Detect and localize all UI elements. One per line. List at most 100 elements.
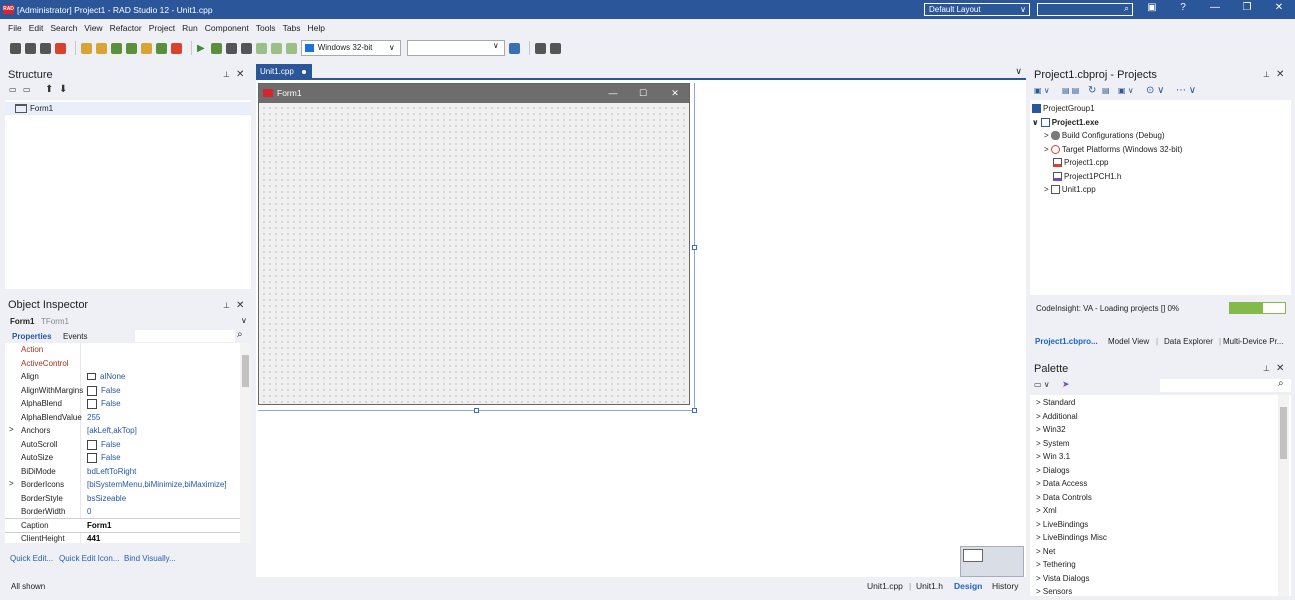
property-value[interactable]: False xyxy=(87,439,121,450)
profile-icon[interactable]: ▣ xyxy=(1144,2,1160,13)
tree-node-target-platforms[interactable]: > Target Platforms (Windows 32-bit) xyxy=(1044,145,1182,154)
tab-project-manager[interactable]: Project1.cbpro... xyxy=(1035,337,1098,346)
chevron-right-icon[interactable]: > xyxy=(9,425,14,434)
sync-icon[interactable]: ▤ xyxy=(1102,86,1110,95)
pin-icon[interactable]: ⊥ xyxy=(223,70,230,79)
save-icon[interactable] xyxy=(111,42,122,54)
menu-edit[interactable]: Edit xyxy=(29,23,44,33)
palette-category[interactable]: > Tethering xyxy=(1036,560,1076,569)
toggle-form-unit-icon[interactable] xyxy=(156,42,167,54)
chevron-down-icon[interactable]: ∨ xyxy=(1032,118,1039,127)
property-filter-input[interactable] xyxy=(135,330,235,342)
tab-history[interactable]: History xyxy=(992,581,1018,591)
palette-category[interactable]: > LiveBindings Misc xyxy=(1036,533,1107,542)
ide-search-input[interactable]: ⌕ xyxy=(1037,3,1133,16)
pin-icon[interactable]: ⊥ xyxy=(1263,364,1270,373)
property-value[interactable]: bdLeftToRight xyxy=(87,467,136,476)
resize-handle[interactable] xyxy=(474,408,479,413)
close-icon[interactable]: ✕ xyxy=(236,300,244,311)
close-icon[interactable]: ✕ xyxy=(1276,363,1284,374)
palette-category[interactable]: > Standard xyxy=(1036,398,1075,407)
tab-properties[interactable]: Properties xyxy=(12,332,52,341)
save-all-icon[interactable] xyxy=(126,42,137,54)
property-value[interactable]: bsSizeable xyxy=(87,494,126,503)
palette-category[interactable]: > LiveBindings xyxy=(1036,520,1088,529)
copy-icon[interactable] xyxy=(25,42,36,54)
checkbox[interactable] xyxy=(87,399,97,409)
pause-icon[interactable] xyxy=(225,42,237,54)
tab-events[interactable]: Events xyxy=(63,332,87,341)
tab-unit1-cpp-bottom[interactable]: Unit1.cpp xyxy=(867,581,903,591)
resize-handle[interactable] xyxy=(692,408,697,413)
stop-icon[interactable] xyxy=(240,42,252,54)
property-row[interactable]: AutoSize False xyxy=(5,451,240,465)
step-over-icon[interactable] xyxy=(255,42,267,54)
palette-category-list[interactable]: > Standard > Additional > Win32 > System… xyxy=(1030,395,1291,596)
property-row[interactable]: > BorderIcons [biSystemMenu,biMinimize,b… xyxy=(5,478,240,492)
view-form-icon[interactable] xyxy=(171,42,182,54)
structure-icon[interactable] xyxy=(40,42,51,54)
checkbox[interactable] xyxy=(87,453,97,463)
palette-menu-icon[interactable]: ▭ ∨ xyxy=(1034,380,1050,389)
property-value[interactable]: 255 xyxy=(87,413,100,422)
move-down-icon[interactable]: ⬇ xyxy=(59,84,67,95)
run-icon[interactable]: ▶ xyxy=(197,43,205,54)
collapse-all-icon[interactable]: ▭ xyxy=(23,85,31,94)
view-icon[interactable]: ▣ ∨ xyxy=(1118,86,1134,95)
help-button[interactable]: ? xyxy=(1175,2,1191,13)
open-project-icon[interactable] xyxy=(141,42,152,54)
trace-into-icon[interactable] xyxy=(270,42,282,54)
run-to-cursor-icon[interactable] xyxy=(285,42,297,54)
tree-node-project1-cpp[interactable]: Project1.cpp xyxy=(1053,158,1108,168)
menu-file[interactable]: File xyxy=(8,23,22,33)
property-value[interactable]: [akLeft,akTop] xyxy=(87,426,137,435)
chevron-right-icon[interactable]: > xyxy=(9,479,14,488)
open-icon[interactable] xyxy=(96,42,107,54)
layout-select[interactable]: Default Layout ∨ xyxy=(924,3,1030,16)
palette-category[interactable]: > System xyxy=(1036,439,1070,448)
record-icon[interactable] xyxy=(55,42,66,54)
tab-design[interactable]: Design xyxy=(954,581,982,591)
palette-scrollbar[interactable] xyxy=(1278,395,1289,596)
property-row[interactable]: > Anchors [akLeft,akTop] xyxy=(5,424,240,438)
build-config-select[interactable]: ∨ xyxy=(406,40,505,56)
tree-node-project-exe[interactable]: ∨ Project1.exe xyxy=(1032,118,1099,127)
tree-node-build-configurations[interactable]: > Build Configurations (Debug) xyxy=(1044,131,1165,141)
move-up-icon[interactable]: ⬆ xyxy=(45,84,53,95)
property-row[interactable]: AlphaBlend False xyxy=(5,397,240,411)
menu-tools[interactable]: Tools xyxy=(256,23,276,33)
property-row[interactable]: BorderStyle bsSizeable xyxy=(5,492,240,506)
bind-visually-link[interactable]: Bind Visually... xyxy=(124,554,176,563)
palette-category[interactable]: > Sensors xyxy=(1036,587,1072,596)
property-value[interactable]: False xyxy=(87,399,121,409)
palette-category[interactable]: > Vista Dialogs xyxy=(1036,574,1089,583)
property-row[interactable]: ActiveControl xyxy=(5,357,240,371)
palette-category[interactable]: > Win32 xyxy=(1036,425,1066,434)
close-icon[interactable]: ✕ xyxy=(236,69,244,80)
palette-category[interactable]: > Data Controls xyxy=(1036,493,1092,502)
property-grid-scrollbar[interactable] xyxy=(240,343,251,543)
tree-node-unit1-cpp[interactable]: > Unit1.cpp xyxy=(1044,185,1096,195)
search-icon[interactable]: ⌕ xyxy=(237,329,243,340)
search-icon[interactable]: ⌕ xyxy=(1278,378,1284,389)
property-value[interactable]: False xyxy=(87,385,121,396)
property-value[interactable]: 0 xyxy=(87,507,91,516)
menu-run[interactable]: Run xyxy=(182,23,198,33)
palette-category[interactable]: > Data Access xyxy=(1036,479,1087,488)
tab-unit1-cpp[interactable]: Unit1.cpp xyxy=(256,64,312,80)
property-row[interactable]: Action xyxy=(5,343,240,357)
property-row[interactable]: AlignWithMargins False xyxy=(5,384,240,398)
target-platform-select[interactable]: Windows 32-bit ∨ xyxy=(300,40,401,56)
designer-minimap[interactable] xyxy=(960,546,1024,577)
property-row[interactable]: Align alNone xyxy=(5,370,240,384)
back-icon[interactable] xyxy=(534,42,546,54)
checkbox[interactable] xyxy=(87,439,97,450)
options-icon[interactable]: ⊙ ∨ xyxy=(1146,85,1164,96)
chevron-right-icon[interactable]: > xyxy=(1044,145,1049,154)
property-row[interactable]: ClientHeight 441 xyxy=(5,532,240,543)
tab-unit1-h[interactable]: Unit1.h xyxy=(916,581,943,591)
form-design-surface[interactable] xyxy=(261,105,687,403)
palette-category[interactable]: > Net xyxy=(1036,547,1055,556)
property-row[interactable]: AutoScroll False xyxy=(5,438,240,452)
close-icon[interactable]: ✕ xyxy=(1276,69,1284,80)
